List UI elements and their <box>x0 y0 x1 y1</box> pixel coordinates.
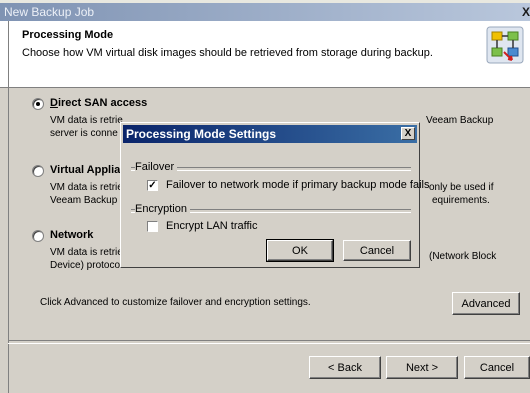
option-label-virtual-appliance[interactable]: Virtual Applia <box>50 164 120 176</box>
option-desc-net-2: Device) protoco <box>50 260 121 271</box>
option-label-direct-san-text: irect SAN access <box>57 97 148 109</box>
page-title: Processing Mode <box>22 29 114 41</box>
advanced-hint-text: Click Advanced to customize failover and… <box>40 297 311 308</box>
option-desc-net-right-1: (Network Block <box>429 251 497 262</box>
option-label-network[interactable]: Network <box>50 229 93 241</box>
option-desc-direct-san-right: Veeam Backup <box>426 115 494 126</box>
failover-group-label: Failover <box>135 161 178 173</box>
encrypt-checkbox-label[interactable]: Encrypt LAN traffic <box>166 220 258 232</box>
option-desc-direct-san-2: server is conne <box>50 128 118 139</box>
radio-direct-san[interactable] <box>32 98 44 110</box>
encrypt-checkbox[interactable] <box>147 221 158 232</box>
window-title: New Backup Job <box>4 5 95 19</box>
wizard-title-bar: New Backup Job X <box>0 3 530 21</box>
dialog-ok-button[interactable]: OK <box>266 239 334 262</box>
failover-checkbox-label[interactable]: Failover to network mode if primary back… <box>166 179 430 191</box>
wizard-header: Processing Mode Choose how VM virtual di… <box>0 21 530 88</box>
radio-virtual-appliance[interactable] <box>32 165 44 177</box>
dialog-cancel-button[interactable]: Cancel <box>343 240 411 261</box>
dialog-cancel-label: Cancel <box>359 244 395 257</box>
close-icon[interactable]: X <box>522 5 530 19</box>
dialog-ok-label: OK <box>292 244 308 257</box>
option-desc-va-right-1: only be used if <box>429 182 494 193</box>
radio-network[interactable] <box>32 230 44 242</box>
back-button-label: < Back <box>328 361 362 374</box>
option-desc-va-1: VM data is retrie <box>50 182 123 193</box>
option-desc-net-1: VM data is retrie <box>50 247 123 258</box>
back-button[interactable]: < Back <box>309 356 381 379</box>
cancel-button-label: Cancel <box>479 361 515 374</box>
encryption-group-label: Encryption <box>135 203 190 215</box>
cancel-button[interactable]: Cancel <box>464 356 530 379</box>
next-button[interactable]: Next > <box>386 356 458 379</box>
processing-mode-icon <box>486 26 524 64</box>
advanced-button[interactable]: Advanced <box>452 292 520 315</box>
next-button-label: Next > <box>405 361 439 374</box>
dialog-title-bar: Processing Mode Settings X <box>123 125 417 143</box>
option-desc-va-2: Veeam Backup <box>50 195 118 206</box>
dialog-close-icon[interactable]: X <box>401 127 415 140</box>
processing-mode-settings-dialog: Processing Mode Settings X Failover ✓ Fa… <box>120 122 430 268</box>
dialog-title: Processing Mode Settings <box>126 127 277 141</box>
header-left-border <box>8 21 9 87</box>
advanced-button-label: Advanced <box>461 297 511 310</box>
option-desc-va-right-2: equirements. <box>432 195 490 206</box>
body-left-border <box>8 87 9 393</box>
failover-checkbox[interactable]: ✓ <box>147 180 158 191</box>
option-desc-direct-san-1: VM data is retrie <box>50 115 123 126</box>
page-description: Choose how VM virtual disk images should… <box>22 47 433 59</box>
option-label-direct-san[interactable]: Direct SAN access <box>50 97 147 109</box>
footer-separator <box>8 340 530 344</box>
